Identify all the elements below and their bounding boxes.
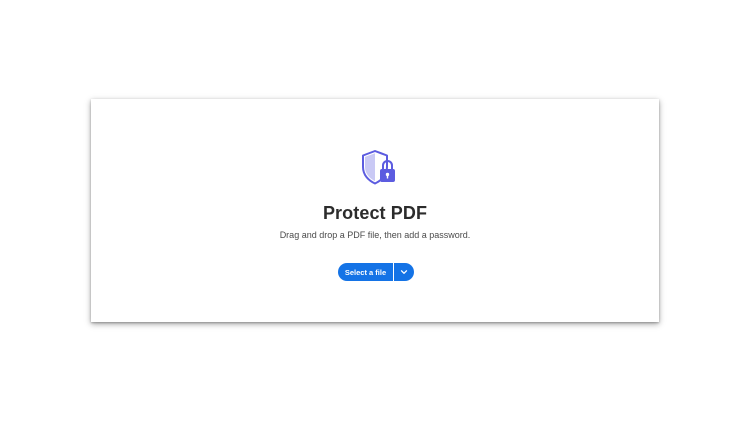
page-title: Protect PDF (322, 203, 428, 223)
page: Protect PDF Drag and drop a PDF file, th… (0, 0, 750, 421)
shield-lock-icon (361, 149, 397, 187)
chevron-down-icon (400, 270, 408, 274)
drop-zone-card[interactable]: Protect PDF Drag and drop a PDF file, th… (91, 99, 659, 322)
select-file-button[interactable]: Select a file (338, 263, 393, 281)
tool-description: Drag and drop a PDF file, then add a pas… (279, 230, 471, 240)
select-file-button-group: Select a file (338, 263, 414, 281)
file-source-dropdown-button[interactable] (394, 263, 414, 281)
